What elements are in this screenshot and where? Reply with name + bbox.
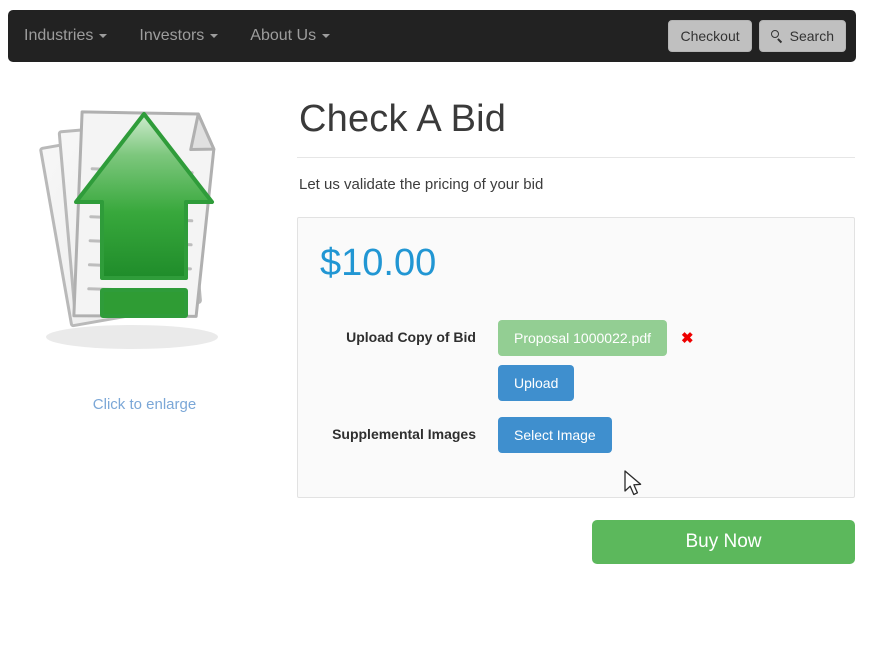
- checkout-button[interactable]: Checkout: [668, 20, 752, 52]
- form-row-supplemental-images: Supplemental Images Select Image: [320, 417, 832, 453]
- chevron-down-icon: [322, 34, 331, 38]
- checkout-button-label: Checkout: [680, 28, 740, 44]
- navbar-actions: Checkout Search: [668, 10, 846, 62]
- nav-item-about-us[interactable]: About Us: [234, 10, 346, 62]
- nav-item-industries[interactable]: Industries: [8, 10, 123, 62]
- upload-documents-illustration: [39, 110, 218, 349]
- chevron-down-icon: [210, 34, 219, 38]
- upload-bid-controls: Proposal 1000022.pdf ✖ Upload: [498, 320, 694, 401]
- nav-item-label: Investors: [139, 27, 205, 44]
- buy-now-button[interactable]: Buy Now: [592, 520, 855, 564]
- price-label: $10.00: [320, 242, 437, 284]
- uploaded-file-line: Proposal 1000022.pdf ✖: [498, 320, 694, 356]
- upload-bid-label: Upload Copy of Bid: [346, 329, 476, 345]
- page-subtitle: Let us validate the pricing of your bid: [299, 176, 544, 193]
- click-to-enlarge-link[interactable]: Click to enlarge: [93, 396, 196, 413]
- form-row-upload-bid: Upload Copy of Bid Proposal 1000022.pdf …: [320, 320, 832, 401]
- uploaded-file-badge[interactable]: Proposal 1000022.pdf: [498, 320, 667, 356]
- upload-documents-image[interactable]: [12, 100, 277, 380]
- buy-now-row: Buy Now: [297, 520, 855, 564]
- main-content: Check A Bid Let us validate the pricing …: [297, 95, 855, 564]
- nav-item-investors[interactable]: Investors: [123, 10, 234, 62]
- upload-button[interactable]: Upload: [498, 365, 575, 401]
- select-image-button[interactable]: Select Image: [498, 417, 612, 453]
- search-button[interactable]: Search: [758, 20, 846, 52]
- remove-file-icon[interactable]: ✖: [681, 331, 694, 346]
- bid-form-panel: $10.00 Upload Copy of Bid Proposal 10000…: [297, 217, 855, 498]
- form-rows: Upload Copy of Bid Proposal 1000022.pdf …: [320, 320, 832, 453]
- navbar-menu: Industries Investors About Us: [8, 10, 346, 62]
- search-button-label: Search: [789, 28, 834, 44]
- nav-item-label: About Us: [250, 27, 317, 44]
- search-icon: [770, 29, 784, 43]
- chevron-down-icon: [99, 34, 108, 38]
- product-image-column: Click to enlarge: [12, 100, 277, 414]
- supplemental-images-label: Supplemental Images: [332, 426, 476, 442]
- nav-item-label: Industries: [24, 27, 94, 44]
- supplemental-images-controls: Select Image: [498, 417, 612, 453]
- page-title: Check A Bid: [299, 98, 507, 140]
- top-navbar: Industries Investors About Us Checkout S…: [8, 10, 856, 62]
